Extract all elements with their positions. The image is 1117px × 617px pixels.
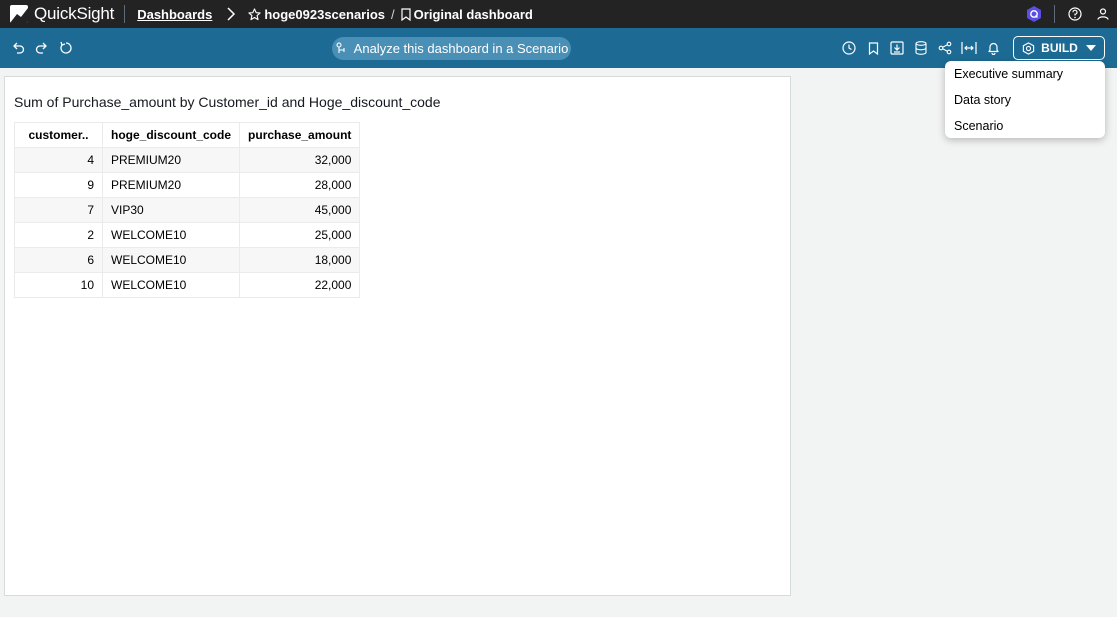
cell-purchase-amount: 22,000 (239, 272, 361, 298)
history-icon[interactable] (837, 36, 861, 60)
chevron-right-icon (227, 7, 236, 21)
reset-icon[interactable] (54, 36, 78, 60)
cell-purchase-amount: 45,000 (239, 197, 361, 223)
quicksight-logo[interactable]: QuickSight (0, 0, 114, 28)
menu-item-data-story[interactable]: Data story (945, 91, 1105, 117)
table-header-row: customer.. hoge_discount_code purchase_a… (14, 122, 361, 148)
scenario-button-label: Analyze this dashboard in a Scenario (353, 41, 569, 56)
cell-discount-code: WELCOME10 (101, 247, 241, 273)
user-icon[interactable] (1089, 0, 1117, 28)
caret-down-icon (1085, 45, 1096, 51)
cell-customer-id: 2 (14, 222, 103, 248)
nav-divider (1054, 5, 1055, 23)
cell-customer-id: 6 (14, 247, 103, 273)
build-button[interactable]: BUILD (1013, 36, 1105, 60)
breadcrumb-dashboard: Original dashboard (401, 7, 533, 22)
share-icon[interactable] (933, 36, 957, 60)
dashboard-name: Original dashboard (413, 6, 533, 22)
amazon-q-icon (1022, 41, 1035, 55)
cell-customer-id: 4 (14, 147, 103, 173)
cell-discount-code: PREMIUM20 (101, 147, 241, 173)
column-header-customer-id[interactable]: customer.. (14, 122, 103, 148)
column-header-purchase-amount[interactable]: purchase_amount (239, 122, 361, 148)
export-icon[interactable] (885, 36, 909, 60)
amazon-q-icon[interactable] (1020, 0, 1048, 28)
fit-width-icon[interactable] (957, 36, 981, 60)
cell-discount-code: PREMIUM20 (101, 172, 241, 198)
column-header-discount-code[interactable]: hoge_discount_code (101, 122, 241, 148)
table-row[interactable]: 6 WELCOME10 18,000 (14, 247, 361, 273)
redo-icon[interactable] (30, 36, 54, 60)
pivot-table: customer.. hoge_discount_code purchase_a… (14, 122, 361, 298)
scenario-icon (336, 42, 345, 53)
build-menu: Executive summary Data story Scenario (945, 61, 1105, 138)
dataset-icon[interactable] (909, 36, 933, 60)
help-icon[interactable] (1061, 0, 1089, 28)
breadcrumb-separator: / (391, 6, 395, 22)
bookmark-icon[interactable] (861, 36, 885, 60)
star-icon[interactable] (248, 7, 261, 21)
undo-icon[interactable] (6, 36, 30, 60)
table-row[interactable]: 10 WELCOME10 22,000 (14, 272, 361, 298)
analyze-in-scenario-button[interactable]: Analyze this dashboard in a Scenario (332, 37, 571, 60)
cell-customer-id: 7 (14, 197, 103, 223)
nav-divider (124, 5, 126, 23)
table-row[interactable]: 7 VIP30 45,000 (14, 197, 361, 223)
cell-purchase-amount: 25,000 (239, 222, 361, 248)
build-label: BUILD (1041, 41, 1078, 55)
menu-item-scenario[interactable]: Scenario (945, 117, 1105, 143)
quicksight-logo-icon (10, 5, 28, 23)
top-nav-right (1020, 0, 1117, 28)
visual-panel[interactable]: Sum of Purchase_amount by Customer_id an… (4, 76, 791, 596)
breadcrumb-dashboards-link[interactable]: Dashboards (137, 7, 212, 22)
cell-discount-code: WELCOME10 (101, 272, 241, 298)
app-name: QuickSight (34, 4, 115, 23)
bookmark-icon (401, 7, 411, 21)
breadcrumb-analysis[interactable]: hoge0923scenarios (248, 7, 385, 22)
table-row[interactable]: 2 WELCOME10 25,000 (14, 222, 361, 248)
cell-purchase-amount: 18,000 (239, 247, 361, 273)
top-nav: QuickSight Dashboards hoge0923scenarios … (0, 0, 1117, 28)
analysis-name: hoge0923scenarios (264, 6, 386, 22)
visual-title: Sum of Purchase_amount by Customer_id an… (14, 94, 441, 110)
cell-purchase-amount: 32,000 (239, 147, 361, 173)
toolbar-left (0, 36, 78, 60)
cell-customer-id: 10 (14, 272, 103, 298)
table-row[interactable]: 9 PREMIUM20 28,000 (14, 172, 361, 198)
table-row[interactable]: 4 PREMIUM20 32,000 (14, 147, 361, 173)
menu-item-executive-summary[interactable]: Executive summary (945, 65, 1105, 91)
cell-purchase-amount: 28,000 (239, 172, 361, 198)
cell-discount-code: VIP30 (101, 197, 241, 223)
cell-customer-id: 9 (14, 172, 103, 198)
alert-icon[interactable] (981, 36, 1005, 60)
cell-discount-code: WELCOME10 (101, 222, 241, 248)
